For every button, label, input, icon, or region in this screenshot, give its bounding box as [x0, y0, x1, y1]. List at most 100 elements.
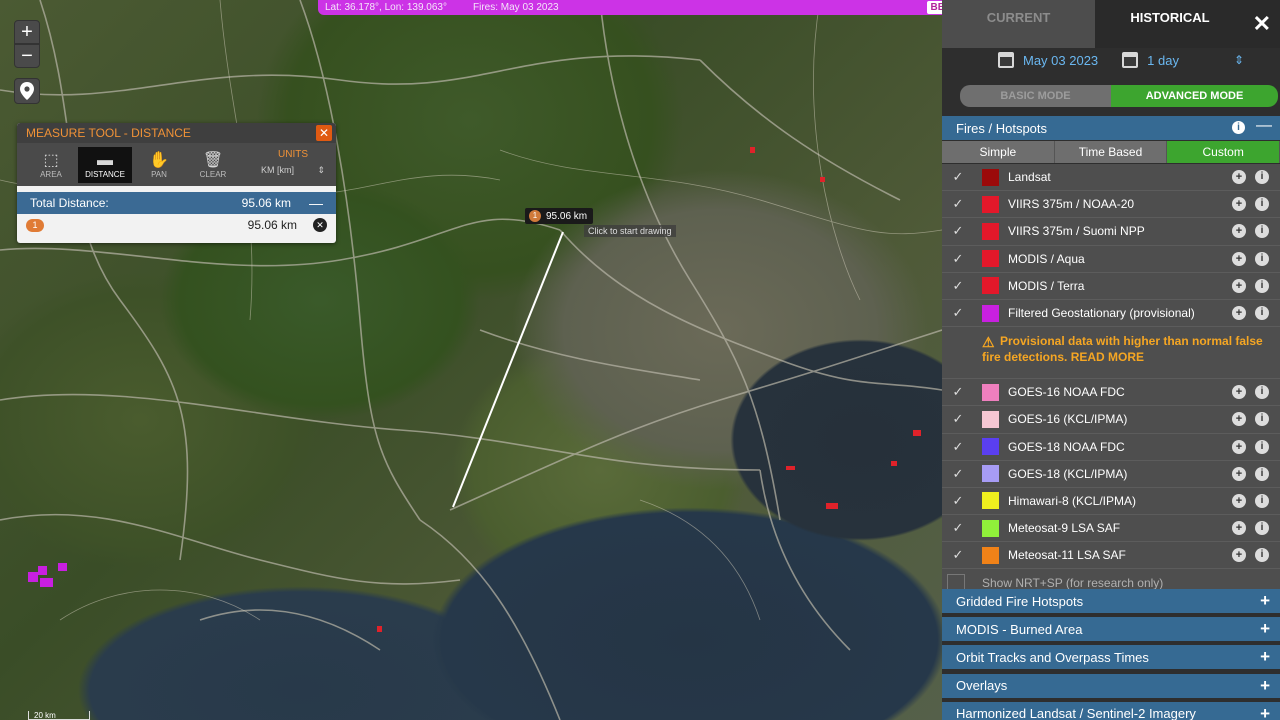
select-arrows-icon: ⇕ — [317, 165, 325, 175]
check-icon[interactable]: ✓ — [948, 384, 968, 400]
info-icon[interactable]: i — [1255, 224, 1269, 239]
fire-marker — [913, 430, 921, 436]
info-icon[interactable]: i — [1255, 170, 1269, 185]
layer-row[interactable]: ✓ GOES-18 (KCL/IPMA) + i — [942, 460, 1280, 488]
check-icon[interactable]: ✓ — [948, 223, 968, 239]
info-icon[interactable]: i — [1255, 439, 1269, 454]
layer-color-swatch — [982, 410, 999, 428]
fire-marker — [826, 503, 838, 509]
check-icon[interactable]: ✓ — [948, 411, 968, 427]
location-pin-button[interactable] — [14, 78, 40, 104]
tab-historical[interactable]: HISTORICAL — [1095, 0, 1245, 48]
add-layer-icon[interactable]: + — [1232, 251, 1246, 266]
layer-color-swatch — [982, 492, 999, 510]
fires-hotspots-header[interactable]: Fires / Hotspots i — — [942, 116, 1280, 140]
check-icon[interactable]: ✓ — [948, 493, 968, 509]
add-layer-icon[interactable]: + — [1232, 412, 1246, 427]
info-icon[interactable]: i — [1255, 521, 1269, 536]
layer-row[interactable]: ✓ Filtered Geostationary (provisional) + i — [942, 299, 1280, 328]
add-layer-icon[interactable]: + — [1232, 170, 1246, 185]
info-icon[interactable]: i — [1255, 251, 1269, 266]
section-header[interactable]: Gridded Fire Hotspots + — [942, 589, 1280, 613]
info-icon[interactable]: i — [1255, 197, 1269, 212]
layer-row[interactable]: ✓ GOES-18 NOAA FDC + i — [942, 433, 1280, 461]
check-icon[interactable]: ✓ — [948, 520, 968, 536]
info-icon[interactable]: i — [1232, 121, 1245, 134]
layer-row[interactable]: ✓ MODIS / Aqua + i — [942, 245, 1280, 273]
total-distance-value: 95.06 km — [241, 196, 291, 210]
area-tool-button[interactable]: ⬚ AREA — [24, 147, 78, 183]
info-icon[interactable]: i — [1255, 466, 1269, 481]
date-picker[interactable]: May 03 2023 — [1023, 53, 1098, 68]
add-layer-icon[interactable]: + — [1232, 493, 1246, 508]
layer-name: Meteosat-9 LSA SAF — [1008, 521, 1121, 536]
warning-text[interactable]: Provisional data with higher than normal… — [982, 333, 1272, 365]
check-icon[interactable]: ✓ — [948, 196, 968, 212]
check-icon[interactable]: ✓ — [948, 169, 968, 185]
map-view[interactable]: Lat: 36.178°, Lon: 139.063° Fires: May 0… — [0, 0, 942, 720]
add-layer-icon[interactable]: + — [1232, 439, 1246, 454]
layer-row[interactable]: ✓ VIIRS 375m / Suomi NPP + i — [942, 218, 1280, 246]
add-layer-icon[interactable]: + — [1232, 466, 1246, 481]
expand-icon[interactable]: + — [1260, 647, 1270, 667]
layer-name: GOES-18 (KCL/IPMA) — [1008, 466, 1128, 481]
time-tabs: CURRENT HISTORICAL ✕ — [942, 0, 1280, 48]
info-icon[interactable]: i — [1255, 385, 1269, 400]
subtab-custom[interactable]: Custom — [1167, 141, 1280, 163]
add-layer-icon[interactable]: + — [1232, 197, 1246, 212]
info-icon[interactable]: i — [1255, 306, 1269, 321]
pan-tool-label: PAN — [151, 169, 167, 179]
add-layer-icon[interactable]: + — [1232, 224, 1246, 239]
section-header[interactable]: Orbit Tracks and Overpass Times + — [942, 645, 1280, 670]
expand-icon[interactable]: + — [1260, 704, 1270, 720]
zoom-in-button[interactable]: + — [14, 20, 40, 44]
info-icon[interactable]: i — [1255, 548, 1269, 563]
info-icon[interactable]: i — [1255, 278, 1269, 293]
collapse-icon[interactable]: — — [1256, 117, 1272, 135]
expand-icon[interactable]: + — [1260, 591, 1270, 611]
section-header[interactable]: MODIS - Burned Area + — [942, 617, 1280, 642]
remove-segment-icon[interactable]: ✕ — [313, 218, 327, 232]
subtab-simple[interactable]: Simple — [942, 141, 1055, 163]
layer-row[interactable]: ✓ VIIRS 375m / NOAA-20 + i — [942, 191, 1280, 219]
collapse-icon[interactable]: — — [309, 195, 323, 211]
section-header[interactable]: Overlays + — [942, 673, 1280, 698]
section-header[interactable]: Harmonized Landsat / Sentinel-2 Imagery + — [942, 701, 1280, 720]
check-icon[interactable]: ✓ — [948, 439, 968, 455]
add-layer-icon[interactable]: + — [1232, 278, 1246, 293]
layer-color-swatch — [982, 383, 999, 401]
advanced-mode-button[interactable]: ADVANCED MODE — [1111, 85, 1278, 107]
layer-row[interactable]: ✓ Landsat + i — [942, 164, 1280, 192]
pan-tool-button[interactable]: ✋ PAN — [132, 147, 186, 183]
expand-icon[interactable]: + — [1260, 619, 1270, 639]
layer-row[interactable]: ✓ Meteosat-9 LSA SAF + i — [942, 515, 1280, 543]
add-layer-icon[interactable]: + — [1232, 548, 1246, 563]
clear-tool-button[interactable]: 🗑 CLEAR — [186, 147, 240, 183]
add-layer-icon[interactable]: + — [1232, 385, 1246, 400]
check-icon[interactable]: ✓ — [948, 305, 968, 321]
layer-row[interactable]: ✓ GOES-16 NOAA FDC + i — [942, 379, 1280, 407]
range-select[interactable]: 1 day — [1147, 53, 1179, 68]
layer-row[interactable]: ✓ Meteosat-11 LSA SAF + i — [942, 542, 1280, 570]
layer-row[interactable]: ✓ Himawari-8 (KCL/IPMA) + i — [942, 487, 1280, 516]
info-icon[interactable]: i — [1255, 412, 1269, 427]
layer-name: VIIRS 375m / Suomi NPP — [1008, 224, 1145, 239]
layer-row[interactable]: ✓ MODIS / Terra + i — [942, 272, 1280, 300]
basic-mode-button[interactable]: BASIC MODE — [960, 85, 1111, 107]
add-layer-icon[interactable]: + — [1232, 521, 1246, 536]
subtab-time-based[interactable]: Time Based — [1054, 141, 1168, 163]
check-icon[interactable]: ✓ — [948, 278, 968, 294]
info-icon[interactable]: i — [1255, 493, 1269, 508]
tab-current[interactable]: CURRENT — [942, 0, 1095, 48]
layer-row[interactable]: ✓ GOES-16 (KCL/IPMA) + i — [942, 406, 1280, 434]
expand-icon[interactable]: + — [1260, 676, 1270, 696]
check-icon[interactable]: ✓ — [948, 251, 968, 267]
add-layer-icon[interactable]: + — [1232, 306, 1246, 321]
close-panel-icon[interactable]: ✕ — [1253, 11, 1271, 37]
units-selector[interactable]: UNITS KM [km] ⇕ — [258, 149, 328, 176]
measure-close-button[interactable]: ✕ — [316, 125, 332, 141]
distance-tool-button[interactable]: ▬ DISTANCE — [78, 146, 132, 183]
check-icon[interactable]: ✓ — [948, 466, 968, 482]
zoom-out-button[interactable]: − — [14, 44, 40, 68]
check-icon[interactable]: ✓ — [948, 547, 968, 563]
